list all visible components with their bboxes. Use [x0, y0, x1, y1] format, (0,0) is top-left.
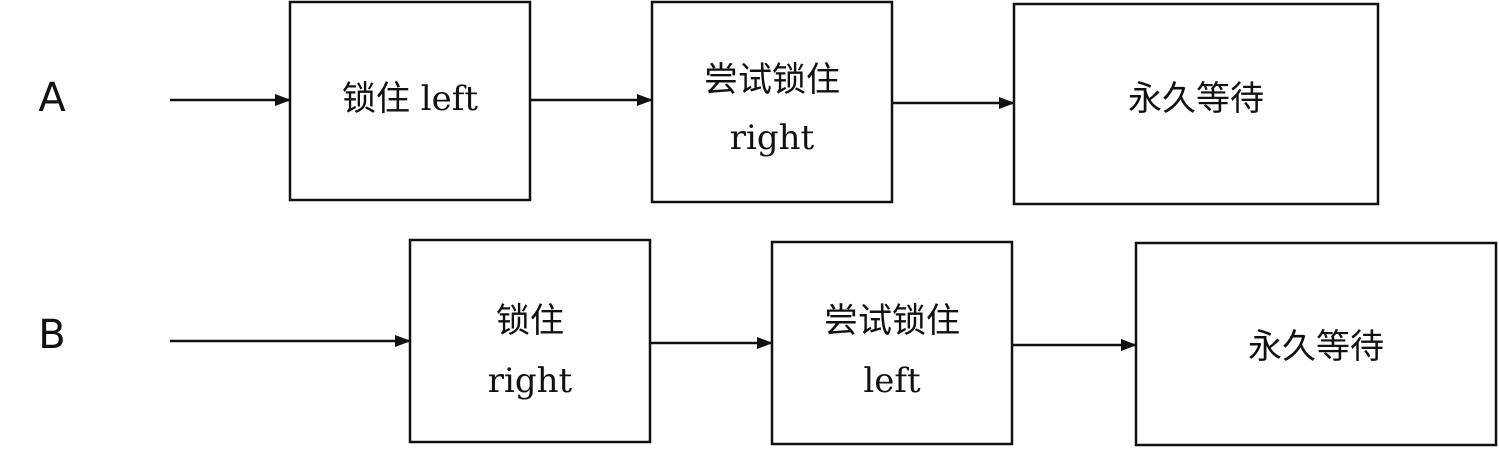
- box-a-try-lock-right-line2: right: [730, 118, 815, 158]
- row-label-b: B: [38, 312, 65, 358]
- box-b-try-lock-left-line1: 尝试锁住: [824, 301, 960, 341]
- box-b-lock-right-line1: 锁住: [496, 301, 564, 341]
- row-a: A 锁住 left 尝试锁住 right 永久等待: [38, 0, 1380, 206]
- box-a-lock-left: 锁住 left: [288, 0, 532, 202]
- box-a-try-lock-right: 尝试锁住 right: [650, 0, 894, 204]
- box-b-lock-right: 锁住 right: [408, 238, 652, 444]
- box-a-lock-left-label: 锁住 left: [342, 79, 478, 119]
- box-a-wait-forever-label: 永久等待: [1128, 79, 1264, 119]
- flow-diagram: A 锁住 left 尝试锁住 right 永久等待 B 锁住 right 尝试锁…: [38, 0, 1498, 447]
- box-b-wait-forever: 永久等待: [1134, 241, 1498, 447]
- box-b-try-lock-left: 尝试锁住 left: [770, 240, 1014, 446]
- row-label-a: A: [38, 75, 66, 121]
- box-b-wait-forever-label: 永久等待: [1248, 327, 1384, 367]
- box-a-try-lock-right-line1: 尝试锁住: [704, 60, 840, 100]
- box-a-wait-forever: 永久等待: [1012, 2, 1380, 206]
- row-b: B 锁住 right 尝试锁住 left 永久等待: [38, 238, 1498, 447]
- box-b-lock-right-line2: right: [488, 361, 573, 401]
- box-b-try-lock-left-line2: left: [863, 361, 921, 401]
